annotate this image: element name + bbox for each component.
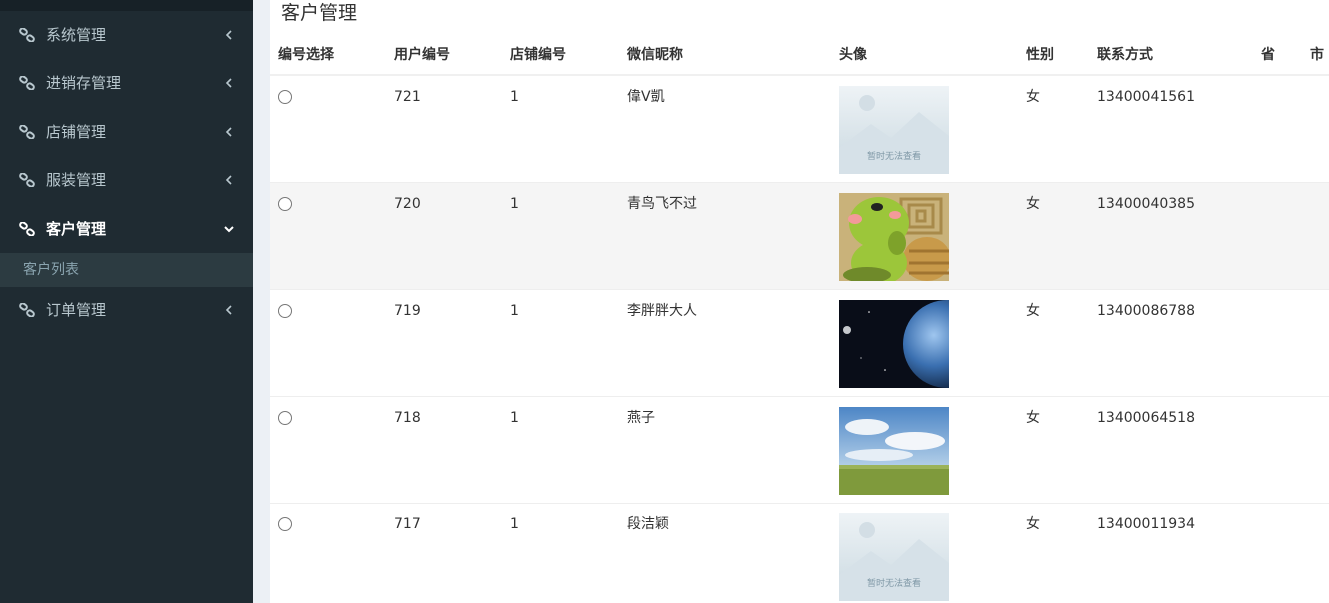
cell-nickname: 青鸟飞不过 <box>627 196 697 212</box>
column-header-city: 市 <box>1310 47 1324 63</box>
link-icon <box>19 28 35 42</box>
cell-gender: 女 <box>1026 516 1040 532</box>
link-icon <box>19 222 35 236</box>
cell-nickname: 段洁颖 <box>627 516 669 532</box>
sidebar-item-system[interactable]: 系统管理 <box>0 15 253 55</box>
column-header-phone: 联系方式 <box>1097 47 1153 63</box>
sidebar-item-orders[interactable]: 订单管理 <box>0 290 253 330</box>
column-header-select: 编号选择 <box>278 47 334 63</box>
row-select-radio[interactable] <box>278 411 292 425</box>
avatar-placeholder-text: 暂时无法查看 <box>867 577 921 589</box>
cell-phone: 13400086788 <box>1097 303 1195 319</box>
sidebar-item-inventory[interactable]: 进销存管理 <box>0 63 253 103</box>
sidebar-item-clothing[interactable]: 服装管理 <box>0 160 253 200</box>
column-header-avatar: 头像 <box>839 47 867 63</box>
chevron-left-icon <box>225 78 232 88</box>
link-icon <box>19 76 35 90</box>
main-content: 客户管理 编号选择 用户编号 店铺编号 微信昵称 头像 性别 联系方式 省 市 … <box>270 0 1329 603</box>
cell-shop-id: 1 <box>510 516 519 532</box>
cell-user-id: 717 <box>394 516 421 532</box>
cell-phone: 13400040385 <box>1097 196 1195 212</box>
sidebar-item-label: 系统管理 <box>46 26 107 44</box>
link-icon <box>19 303 35 317</box>
sidebar-subitem-customer-list[interactable]: 客户列表 <box>0 253 253 287</box>
cell-shop-id: 1 <box>510 410 519 426</box>
cell-gender: 女 <box>1026 196 1040 212</box>
cell-gender: 女 <box>1026 303 1040 319</box>
avatar-placeholder-image: 暂时无法查看 <box>839 86 949 174</box>
avatar-earth-space-image <box>839 300 949 388</box>
chevron-left-icon <box>225 175 232 185</box>
sidebar-subitem-label: 客户列表 <box>23 262 79 278</box>
row-select-radio[interactable] <box>278 197 292 211</box>
sidebar-item-customers[interactable]: 客户管理 <box>0 209 253 249</box>
chevron-left-icon <box>225 127 232 137</box>
sidebar-item-label: 进销存管理 <box>46 74 122 92</box>
table-row: 721 1 偉V凱 暂时无法查看 女 13400041561 <box>270 76 1329 183</box>
row-select-radio[interactable] <box>278 304 292 318</box>
column-header-province: 省 <box>1261 47 1275 63</box>
table-row: 718 1 燕子 女 13400064518 <box>270 397 1329 504</box>
avatar-placeholder-image: 暂时无法查看 <box>839 513 949 601</box>
cell-gender: 女 <box>1026 89 1040 105</box>
cell-phone: 13400041561 <box>1097 89 1195 105</box>
row-select-radio[interactable] <box>278 90 292 104</box>
sidebar-item-label: 店铺管理 <box>46 123 107 141</box>
cell-shop-id: 1 <box>510 303 519 319</box>
sidebar-item-label: 客户管理 <box>46 220 107 238</box>
chevron-left-icon <box>225 305 232 315</box>
sidebar: 系统管理 进销存管理 店铺管理 服装管理 客户管理 客户列表 订单管理 <box>0 0 253 603</box>
content-gutter <box>253 0 270 603</box>
cell-nickname: 偉V凱 <box>627 89 665 105</box>
sidebar-item-label: 订单管理 <box>46 301 107 319</box>
column-header-gender: 性别 <box>1026 47 1054 63</box>
column-header-shop-id: 店铺编号 <box>510 47 566 63</box>
column-header-user-id: 用户编号 <box>394 47 450 63</box>
table-row: 719 1 李胖胖大人 女 13400086788 <box>270 290 1329 397</box>
cell-user-id: 720 <box>394 196 421 212</box>
sidebar-topbar <box>0 0 253 11</box>
table-row: 720 1 青鸟飞不过 女 13400040385 <box>270 183 1329 290</box>
sidebar-item-label: 服装管理 <box>46 171 107 189</box>
link-icon <box>19 125 35 139</box>
cell-user-id: 719 <box>394 303 421 319</box>
chevron-down-icon <box>224 226 234 233</box>
column-header-nickname: 微信昵称 <box>627 47 683 63</box>
page-title: 客户管理 <box>281 2 358 24</box>
avatar-sky-grassland-image <box>839 407 949 495</box>
cell-phone: 13400064518 <box>1097 410 1195 426</box>
cell-nickname: 燕子 <box>627 410 655 426</box>
row-select-radio[interactable] <box>278 517 292 531</box>
link-icon <box>19 173 35 187</box>
cell-shop-id: 1 <box>510 196 519 212</box>
table-row: 717 1 段洁颖 暂时无法查看 女 13400011934 <box>270 503 1329 603</box>
cell-phone: 13400011934 <box>1097 516 1195 532</box>
cell-user-id: 718 <box>394 410 421 426</box>
cell-gender: 女 <box>1026 410 1040 426</box>
chevron-left-icon <box>225 30 232 40</box>
cell-nickname: 李胖胖大人 <box>627 303 697 319</box>
sidebar-item-store[interactable]: 店铺管理 <box>0 112 253 152</box>
avatar-cartoon-pig-image <box>839 193 949 281</box>
avatar-placeholder-text: 暂时无法查看 <box>867 150 921 162</box>
cell-shop-id: 1 <box>510 89 519 105</box>
cell-user-id: 721 <box>394 89 421 105</box>
